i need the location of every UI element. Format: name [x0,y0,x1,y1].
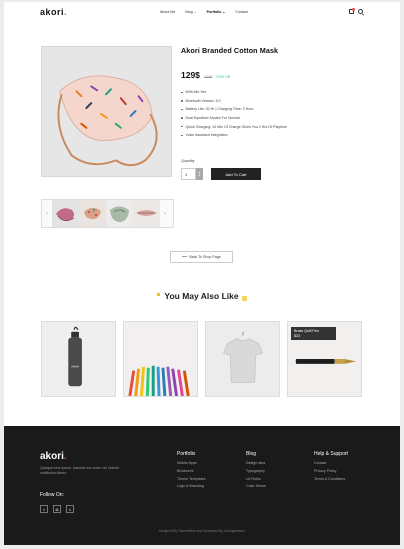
decor-square [241,296,247,301]
product-info: Akori Branded Cotton Mask 129$ 159$ 20% … [181,46,381,180]
back-to-shop-label: Back To Shop Page [189,255,221,259]
nav-about[interactable]: About Me [160,10,175,14]
follow-label: Follow On: [40,492,64,498]
nav-blog[interactable]: Blog ⌄ [185,10,196,14]
footer-link[interactable]: Typography [246,469,266,477]
cart-icon[interactable] [349,8,355,14]
footer-description: Quisque sem ipsum, placerat nec tortor v… [40,466,119,475]
footer-copyright: Designed By ThemeMiner And Developed By … [159,529,245,533]
footer-col-portfolio: Portfolio Mobile Apps Brochures Theme Te… [177,451,206,492]
mask-image [42,47,171,176]
site-header: akori. About Me Blog ⌄ Portfolio ⌄ Conta… [4,2,400,24]
nav-portfolio[interactable]: Portfolio ⌄ [207,10,226,14]
footer-link[interactable]: Contact [314,461,348,469]
carousel-next-arrow[interactable]: › [160,200,170,227]
main-nav: About Me Blog ⌄ Portfolio ⌄ Contact [160,10,248,14]
feature-item: Voice Assistant Integration [181,131,287,140]
tooltip-price: $23 [294,333,300,338]
social-links: t ◘ ≈ [40,505,74,513]
arrow-left-icon: ⟵ [182,255,188,259]
site-footer: akori. Quisque sem ipsum, placerat nec t… [4,426,400,545]
product-main-image [41,46,172,177]
footer-col-title: Help & Support [314,451,348,457]
page: akori. About Me Blog ⌄ Portfolio ⌄ Conta… [0,0,404,549]
site-logo[interactable]: akori. [40,7,67,17]
footer-link[interactable]: Theme Templates [177,477,206,485]
back-to-shop-button[interactable]: ⟵ Back To Shop Page [170,251,233,263]
thumbnail-carousel: ‹ › [41,199,174,228]
related-product-bottle[interactable] [41,321,116,397]
related-product-pencils[interactable] [123,321,198,397]
feature-item: Quick Charging: 10 Min Of Charge Gives Y… [181,122,287,131]
footer-link[interactable]: Color Sense [246,484,266,492]
price: 129$ [181,70,200,80]
feature-item: Bluetooth Version: 5.0 [181,97,287,106]
footer-link[interactable]: Brochures [177,469,206,477]
nav-contact[interactable]: Contact [235,10,247,14]
related-product-tshirt[interactable] [205,321,280,397]
feature-item: Battery Life: 30 Hr | Charging Time: 2 H… [181,105,287,114]
old-price: 159$ [203,75,213,79]
search-icon[interactable] [358,9,363,14]
page-card: akori. About Me Blog ⌄ Portfolio ⌄ Conta… [4,2,400,545]
footer-link[interactable]: Privacy Policy [314,469,348,477]
footer-col-blog: Blog Design Idea Typography Ux Rules Col… [246,451,266,492]
feature-item: Dual Equalizer Modes For Normal [181,114,287,123]
cart-badge [352,8,355,11]
add-to-cart-button[interactable]: Add To Cart [211,168,261,180]
price-row: 129$ 159$ 20% Off [181,70,230,80]
footer-link[interactable]: Logo & Branding [177,484,206,492]
quantity-stepper: 1 ▲ ▼ [181,168,203,180]
twitter-icon[interactable]: t [40,505,48,513]
thumbnail[interactable] [52,200,79,227]
product-title: Akori Branded Cotton Mask [181,46,279,55]
rss-icon[interactable]: ≈ [66,505,74,513]
also-like-heading: You May Also Like [4,291,400,301]
quantity-step-buttons[interactable]: ▲ ▼ [196,168,203,180]
quantity-input[interactable]: 1 [181,168,196,180]
thumbnail[interactable] [133,200,160,227]
discount-badge: 20% Off [216,75,231,79]
thumbnail[interactable] [79,200,106,227]
footer-link[interactable]: Mobile Apps [177,461,206,469]
quantity-label: Quantity [181,159,195,163]
header-icons [349,8,363,14]
footer-logo[interactable]: akori. [40,451,67,462]
footer-col-title: Blog [246,451,257,457]
footer-col-title: Portfolio [177,451,196,457]
instagram-icon[interactable]: ◘ [53,505,61,513]
footer-link[interactable]: Design Idea [246,461,266,469]
feature-list: With Mic Yes Bluetooth Version: 5.0 Batt… [181,88,287,140]
decor-square [157,293,161,296]
footer-link[interactable]: Terms & Conditions [314,477,348,485]
thumbnail[interactable] [106,200,133,227]
product-tooltip: Brass Quill Pen $23 [291,327,336,340]
related-products: Brass Quill Pen $23 [41,321,362,397]
footer-link[interactable]: Ux Rules [246,477,266,485]
feature-item: With Mic Yes [181,88,287,97]
carousel-prev-arrow[interactable]: ‹ [42,200,52,227]
chevron-down-icon[interactable]: ▼ [198,174,201,177]
footer-col-help: Help & Support Contact Privacy Policy Te… [314,451,348,484]
related-product-pen[interactable]: Brass Quill Pen $23 [287,321,362,397]
